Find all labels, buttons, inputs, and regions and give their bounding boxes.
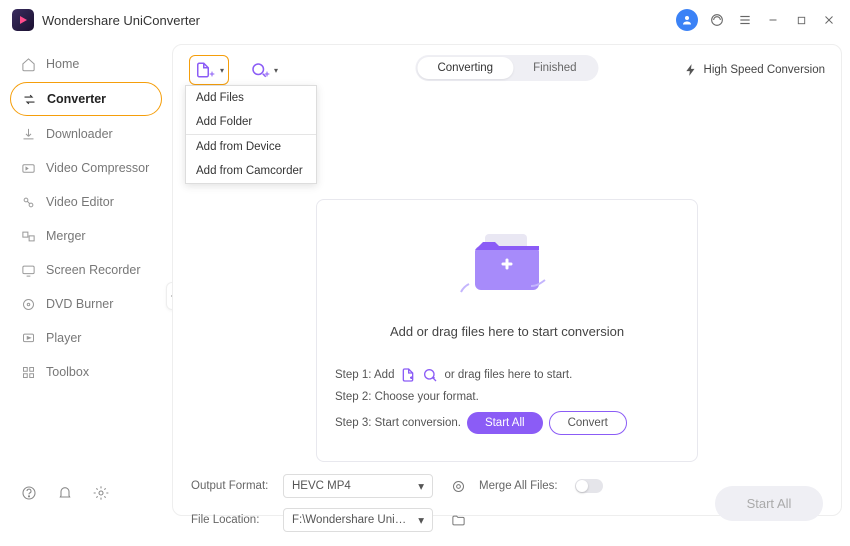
notifications-icon[interactable] [56, 484, 74, 502]
file-location-label: File Location: [191, 514, 277, 526]
output-format-label: Output Format: [191, 480, 277, 492]
sidebar-item-toolbox[interactable]: Toolbox [10, 356, 162, 388]
toolbox-icon [20, 364, 36, 380]
conversion-tabs: Converting Finished [415, 55, 598, 81]
sidebar-item-home[interactable]: Home [10, 48, 162, 80]
sidebar-item-downloader[interactable]: Downloader [10, 118, 162, 150]
user-avatar-icon[interactable] [676, 9, 698, 31]
dvd-icon [20, 296, 36, 312]
menu-icon[interactable] [736, 11, 754, 29]
merge-label: Merge All Files: [479, 480, 569, 492]
high-speed-label: High Speed Conversion [704, 64, 825, 76]
sidebar-item-dvd[interactable]: DVD Burner [10, 288, 162, 320]
chevron-down-icon: ▾ [274, 66, 278, 75]
sidebar-item-label: Video Compressor [46, 161, 149, 175]
lightning-icon [684, 63, 698, 77]
app-logo-icon [12, 9, 34, 31]
add-from-source-button[interactable]: ▾ [247, 55, 281, 85]
high-speed-toggle[interactable]: High Speed Conversion [684, 63, 825, 77]
recorder-icon [20, 262, 36, 278]
merge-toggle[interactable] [575, 479, 603, 493]
file-location-select[interactable]: F:\Wondershare UniConverter ▾ [283, 508, 433, 532]
settings-icon[interactable] [92, 484, 110, 502]
help-icon[interactable] [20, 484, 38, 502]
sidebar-item-merger[interactable]: Merger [10, 220, 162, 252]
output-settings-icon[interactable] [449, 477, 467, 495]
close-button[interactable] [820, 11, 838, 29]
chevron-down-icon: ▾ [220, 66, 224, 75]
sidebar-item-label: Video Editor [46, 195, 114, 209]
main-panel: ▾ ▾ Converting Finished High Speed Conve… [172, 44, 842, 516]
step1-prefix: Step 1: Add [335, 369, 394, 381]
sidebar-item-label: Toolbox [46, 365, 89, 379]
disc-add-icon [422, 367, 438, 383]
chevron-down-icon: ▾ [418, 513, 424, 527]
sidebar-item-label: Merger [46, 229, 86, 243]
add-files-dropdown: Add Files Add Folder Add from Device Add… [185, 85, 317, 184]
folder-illustration [447, 228, 567, 306]
sidebar-item-label: Downloader [46, 127, 113, 141]
step-1: Step 1: Add or drag files here to start. [335, 367, 679, 383]
add-files-button[interactable]: ▾ [189, 55, 229, 85]
open-folder-icon[interactable] [449, 511, 467, 529]
dropdown-add-camcorder[interactable]: Add from Camcorder [186, 159, 316, 183]
downloader-icon [20, 126, 36, 142]
converter-icon [21, 91, 37, 107]
sidebar: Home Converter Downloader Video Compress… [0, 40, 172, 524]
player-icon [20, 330, 36, 346]
minimize-button[interactable] [764, 11, 782, 29]
tab-finished[interactable]: Finished [513, 57, 596, 79]
sidebar-item-converter[interactable]: Converter [10, 82, 162, 116]
step3-text: Step 3: Start conversion. [335, 417, 461, 429]
home-icon [20, 56, 36, 72]
sidebar-item-label: DVD Burner [46, 297, 113, 311]
merger-icon [20, 228, 36, 244]
sidebar-item-compressor[interactable]: Video Compressor [10, 152, 162, 184]
drop-zone-heading: Add or drag files here to start conversi… [335, 324, 679, 339]
start-all-pill-button[interactable]: Start All [467, 412, 543, 434]
start-all-button[interactable]: Start All [715, 486, 823, 521]
sidebar-item-label: Converter [47, 92, 106, 106]
step-2: Step 2: Choose your format. [335, 391, 679, 403]
tab-converting[interactable]: Converting [417, 57, 513, 79]
file-location-value: F:\Wondershare UniConverter [292, 514, 412, 526]
support-icon[interactable] [708, 11, 726, 29]
sidebar-item-player[interactable]: Player [10, 322, 162, 354]
app-title: Wondershare UniConverter [42, 13, 200, 28]
dropdown-add-device[interactable]: Add from Device [186, 135, 316, 159]
sidebar-item-recorder[interactable]: Screen Recorder [10, 254, 162, 286]
editor-icon [20, 194, 36, 210]
chevron-down-icon: ▾ [418, 479, 424, 493]
step1-suffix: or drag files here to start. [444, 369, 572, 381]
sidebar-item-editor[interactable]: Video Editor [10, 186, 162, 218]
sidebar-item-label: Player [46, 331, 81, 345]
sidebar-item-label: Home [46, 57, 79, 71]
output-format-select[interactable]: HEVC MP4 ▾ [283, 474, 433, 498]
app-logo-group: Wondershare UniConverter [12, 9, 200, 31]
drop-zone[interactable]: Add or drag files here to start conversi… [316, 199, 698, 462]
sidebar-item-label: Screen Recorder [46, 263, 141, 277]
convert-pill-button[interactable]: Convert [549, 411, 627, 435]
dropdown-add-files[interactable]: Add Files [186, 86, 316, 110]
step-3: Step 3: Start conversion. Start All Conv… [335, 411, 679, 435]
compressor-icon [20, 160, 36, 176]
file-add-icon [400, 367, 416, 383]
output-format-value: HEVC MP4 [292, 480, 351, 492]
titlebar: Wondershare UniConverter [0, 0, 850, 40]
maximize-button[interactable] [792, 11, 810, 29]
bottom-bar: Output Format: HEVC MP4 ▾ Merge All File… [173, 462, 841, 546]
dropdown-add-folder[interactable]: Add Folder [186, 110, 316, 134]
